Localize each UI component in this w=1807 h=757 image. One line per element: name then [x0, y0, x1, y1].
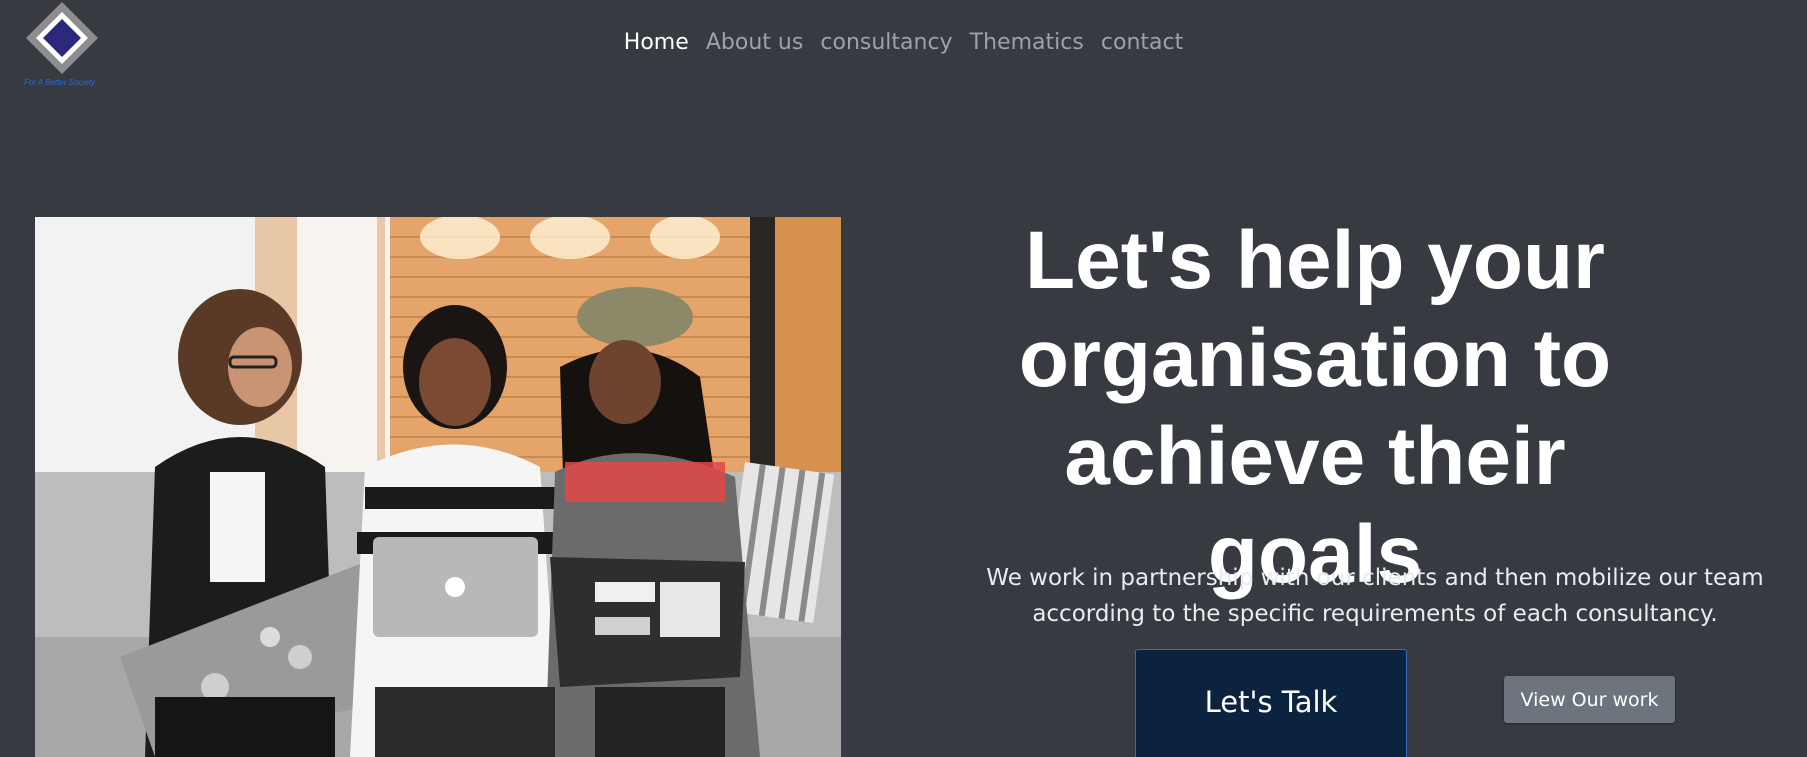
view-our-work-button[interactable]: View Our work: [1504, 676, 1675, 723]
nav-item-consultancy[interactable]: consultancy: [820, 30, 952, 55]
nav-item-about-us[interactable]: About us: [706, 30, 803, 55]
hero-image: [35, 217, 841, 757]
lets-talk-button[interactable]: Let's Talk: [1135, 649, 1407, 757]
nav-item-home[interactable]: Home: [624, 30, 689, 55]
hero-title: Let's help your organisation to achieve …: [1018, 215, 1612, 600]
hero-description: We work in partnership with our clients …: [986, 565, 1764, 627]
brand-tagline: For A Better Society: [24, 78, 95, 87]
nav-item-contact[interactable]: contact: [1101, 30, 1183, 55]
nav-item-thematics[interactable]: Thematics: [970, 30, 1084, 55]
main-nav: Home About us consultancy Thematics cont…: [0, 30, 1807, 55]
